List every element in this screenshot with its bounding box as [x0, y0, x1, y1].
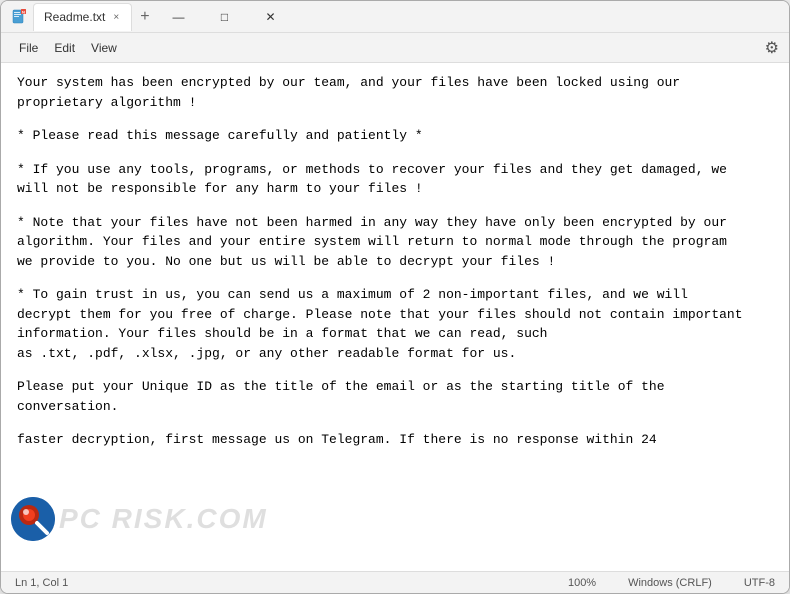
active-tab[interactable]: Readme.txt ×	[33, 3, 132, 31]
menu-view[interactable]: View	[83, 37, 125, 59]
paragraph-3: * If you use any tools, programs, or met…	[17, 160, 773, 199]
tab-area: Readme.txt × +	[33, 3, 156, 31]
paragraph-1: Your system has been encrypted by our te…	[17, 73, 773, 112]
settings-icon[interactable]: ⚙	[765, 38, 779, 58]
zoom-level[interactable]: 100%	[562, 577, 602, 589]
tab-label: Readme.txt	[44, 10, 105, 24]
tab-close-button[interactable]: ×	[111, 12, 121, 23]
menu-edit[interactable]: Edit	[46, 37, 83, 59]
encoding[interactable]: UTF-8	[738, 577, 781, 589]
cursor-position: Ln 1, Col 1	[9, 577, 74, 589]
svg-text:N: N	[22, 9, 25, 14]
new-tab-button[interactable]: +	[134, 8, 155, 26]
window-controls: — □ ✕	[156, 1, 294, 33]
paragraph-5: * To gain trust in us, you can send us a…	[17, 285, 773, 363]
line-ending[interactable]: Windows (CRLF)	[622, 577, 718, 589]
status-left: Ln 1, Col 1	[9, 577, 542, 589]
status-right: 100% Windows (CRLF) UTF-8	[562, 577, 781, 589]
paragraph-6: Please put your Unique ID as the title o…	[17, 377, 773, 416]
minimize-button[interactable]: —	[156, 1, 202, 33]
text-editor[interactable]: Your system has been encrypted by our te…	[1, 63, 789, 571]
app-icon: N	[11, 9, 27, 25]
content-wrapper: Your system has been encrypted by our te…	[1, 63, 789, 571]
title-bar: N Readme.txt × + — □ ✕	[1, 1, 789, 33]
main-window: N Readme.txt × + — □ ✕ File Edit View ⚙ …	[0, 0, 790, 594]
paragraph-2: * Please read this message carefully and…	[17, 126, 773, 146]
close-button[interactable]: ✕	[248, 1, 294, 33]
maximize-button[interactable]: □	[202, 1, 248, 33]
menu-file[interactable]: File	[11, 37, 46, 59]
menu-bar: File Edit View ⚙	[1, 33, 789, 63]
status-bar: Ln 1, Col 1 100% Windows (CRLF) UTF-8	[1, 571, 789, 593]
paragraph-7: faster decryption, first message us on T…	[17, 430, 773, 450]
content-area: Your system has been encrypted by our te…	[1, 63, 789, 571]
paragraph-4: * Note that your files have not been har…	[17, 213, 773, 272]
